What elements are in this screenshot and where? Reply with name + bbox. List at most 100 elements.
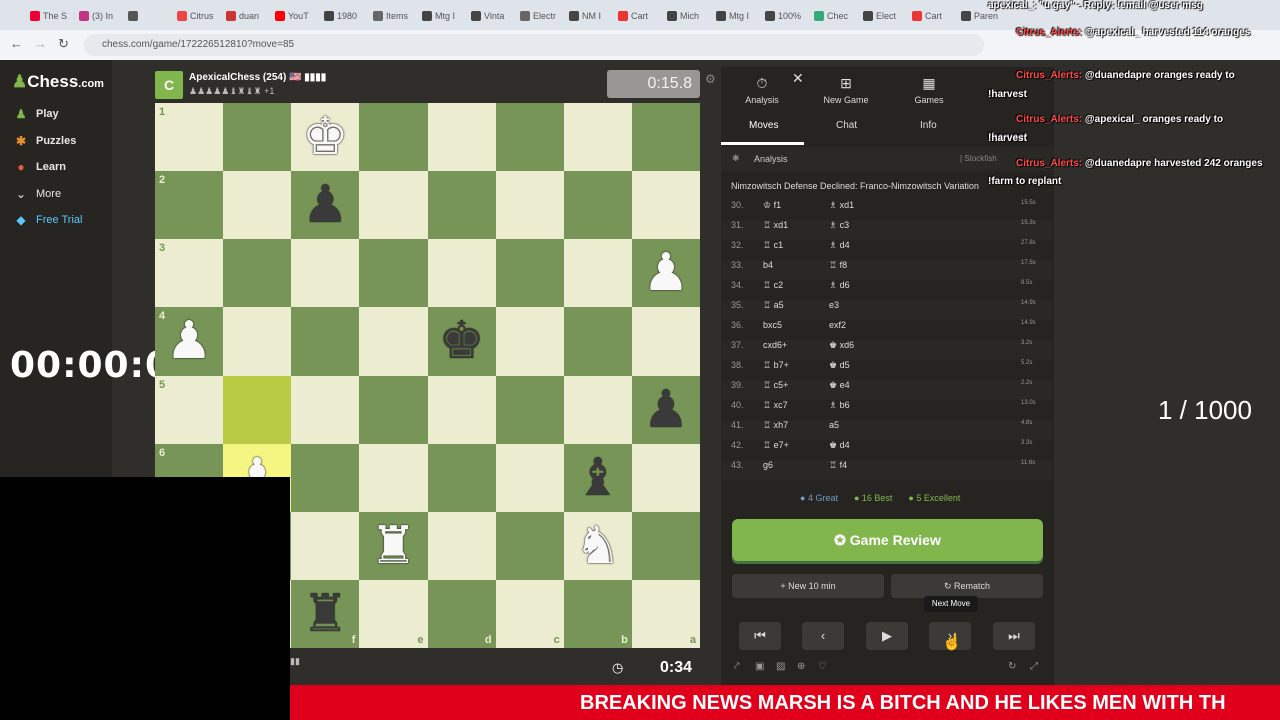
board-square[interactable] <box>631 511 700 580</box>
gear-icon[interactable]: ⚙ <box>705 72 716 86</box>
heart-icon[interactable]: ♡ <box>818 661 827 672</box>
chess-piece[interactable]: ♚ <box>291 103 359 171</box>
move-notation[interactable]: b4 <box>763 260 773 270</box>
board-square[interactable] <box>359 375 428 444</box>
board-square[interactable] <box>223 375 292 444</box>
move-notation[interactable]: ♚ xd6 <box>829 340 854 351</box>
board-square[interactable] <box>291 511 360 580</box>
move-notation[interactable]: ♚ d5 <box>829 360 850 371</box>
forward-icon[interactable]: → <box>34 36 47 51</box>
move-notation[interactable]: ♖ f8 <box>829 260 847 271</box>
chess-piece[interactable]: ♝ <box>564 444 632 512</box>
browser-tab[interactable]: Electr <box>520 6 566 26</box>
board-square[interactable] <box>427 103 496 172</box>
board-square[interactable]: ♜ <box>359 511 428 580</box>
board-square[interactable] <box>495 375 564 444</box>
board-square[interactable]: ♟ <box>291 171 360 240</box>
toggle-icon[interactable]: ✱ <box>732 153 740 164</box>
sidebar-item-more[interactable]: ⌄ More <box>14 187 61 201</box>
board-square[interactable]: ♚ <box>291 103 360 172</box>
move-notation[interactable]: ♖ e7+ <box>763 440 789 451</box>
move-notation[interactable]: bxc5 <box>763 320 782 330</box>
move-notation[interactable]: cxd6+ <box>763 340 787 350</box>
sidebar-item-learn[interactable]: ● Learn <box>14 160 66 174</box>
move-notation[interactable]: ♚ e4 <box>829 380 850 391</box>
tab-chat[interactable]: Chat <box>836 120 857 131</box>
board-square[interactable]: e <box>359 579 428 648</box>
move-notation[interactable]: a5 <box>829 420 839 430</box>
browser-tab[interactable]: Mtg I <box>716 6 762 26</box>
nav-analysis[interactable]: ⏱ Analysis <box>727 75 797 105</box>
board-square[interactable] <box>291 375 360 444</box>
avatar[interactable]: C <box>155 71 183 99</box>
board-square[interactable]: 4 ♟ <box>155 307 224 376</box>
board-square[interactable]: ♟ <box>631 239 700 308</box>
chess-piece[interactable]: ♟ <box>632 376 700 444</box>
player-name[interactable]: ApexicalChess (254) 🇺🇸 ▮▮▮▮ <box>189 72 326 83</box>
board-square[interactable] <box>495 171 564 240</box>
browser-tab[interactable]: Mtg I <box>422 6 468 26</box>
move-notation[interactable]: ♖ b7+ <box>763 360 789 371</box>
board-square[interactable] <box>427 239 496 308</box>
board-square[interactable] <box>631 103 700 172</box>
move-notation[interactable]: ♗ xd1 <box>829 200 854 211</box>
browser-tab[interactable]: 1980 <box>324 6 370 26</box>
nav-new-game[interactable]: ⊞ New Game <box>811 75 881 105</box>
back-icon[interactable]: ← <box>10 36 23 51</box>
chess-logo[interactable]: ♟Chess.com <box>12 72 104 92</box>
board-square[interactable] <box>563 375 632 444</box>
address-bar[interactable]: chess.com/game/172226512810?move=85 <box>84 34 984 56</box>
board-square[interactable]: ♞ <box>563 511 632 580</box>
last-move-button[interactable]: ⏭ <box>993 622 1035 650</box>
board-square[interactable]: 1 <box>155 103 224 172</box>
board-square[interactable]: ♝ <box>563 443 632 512</box>
tab-info[interactable]: Info <box>920 120 937 131</box>
board-square[interactable]: 2 <box>155 171 224 240</box>
board-square[interactable]: 3 <box>155 239 224 308</box>
previous-move-button[interactable]: ‹ <box>802 622 844 650</box>
chess-piece[interactable]: ♟ <box>155 307 223 375</box>
zoom-icon[interactable]: ⊕ <box>797 661 805 672</box>
chess-piece[interactable]: ♟ <box>632 239 700 307</box>
move-notation[interactable]: ♖ f4 <box>829 460 847 471</box>
share-icon[interactable]: ⤤ <box>734 661 740 672</box>
move-notation[interactable]: ♗ b6 <box>829 400 850 411</box>
browser-tab[interactable]: Cart <box>912 6 958 26</box>
board-square[interactable] <box>427 443 496 512</box>
board-square[interactable] <box>359 443 428 512</box>
board-square[interactable]: 5 <box>155 375 224 444</box>
move-notation[interactable]: exf2 <box>829 320 846 330</box>
close-icon[interactable]: ✕ <box>792 70 804 87</box>
move-notation[interactable]: ♖ xd1 <box>763 220 788 231</box>
board-square[interactable] <box>631 443 700 512</box>
move-notation[interactable]: ♖ c2 <box>763 280 783 291</box>
move-notation[interactable]: ♗ c3 <box>829 220 849 231</box>
board-square[interactable] <box>495 307 564 376</box>
chess-piece[interactable]: ♜ <box>291 580 359 648</box>
expand-icon[interactable]: ⤢ <box>1030 661 1038 672</box>
board-square[interactable] <box>495 443 564 512</box>
chess-piece[interactable]: ♟ <box>291 171 359 239</box>
move-notation[interactable]: ♖ c1 <box>763 240 783 251</box>
board-square[interactable]: b <box>563 579 632 648</box>
board-square[interactable]: ♚ <box>427 307 496 376</box>
board-square[interactable] <box>223 239 292 308</box>
board-square[interactable]: f ♜ <box>291 579 360 648</box>
board-square[interactable] <box>427 511 496 580</box>
browser-tab[interactable]: Citrus <box>177 6 223 26</box>
move-notation[interactable]: ♖ xc7 <box>763 400 788 411</box>
browser-tab[interactable]: duan <box>226 6 272 26</box>
board-square[interactable] <box>427 171 496 240</box>
board-square[interactable] <box>291 239 360 308</box>
board-square[interactable] <box>495 239 564 308</box>
browser-tab[interactable]: NM I <box>569 6 615 26</box>
move-notation[interactable]: ♖ a5 <box>763 300 784 311</box>
move-notation[interactable]: ♔ f1 <box>763 200 781 211</box>
board-square[interactable] <box>563 171 632 240</box>
board-square[interactable] <box>563 239 632 308</box>
sidebar-item-play[interactable]: ♟ Play <box>14 107 59 121</box>
reload-icon[interactable]: ↻ <box>58 36 69 52</box>
browser-tab[interactable]: Elect <box>863 6 909 26</box>
sidebar-item-free-trial[interactable]: ◆ Free Trial <box>14 213 82 227</box>
browser-tab[interactable]: YouT <box>275 6 321 26</box>
